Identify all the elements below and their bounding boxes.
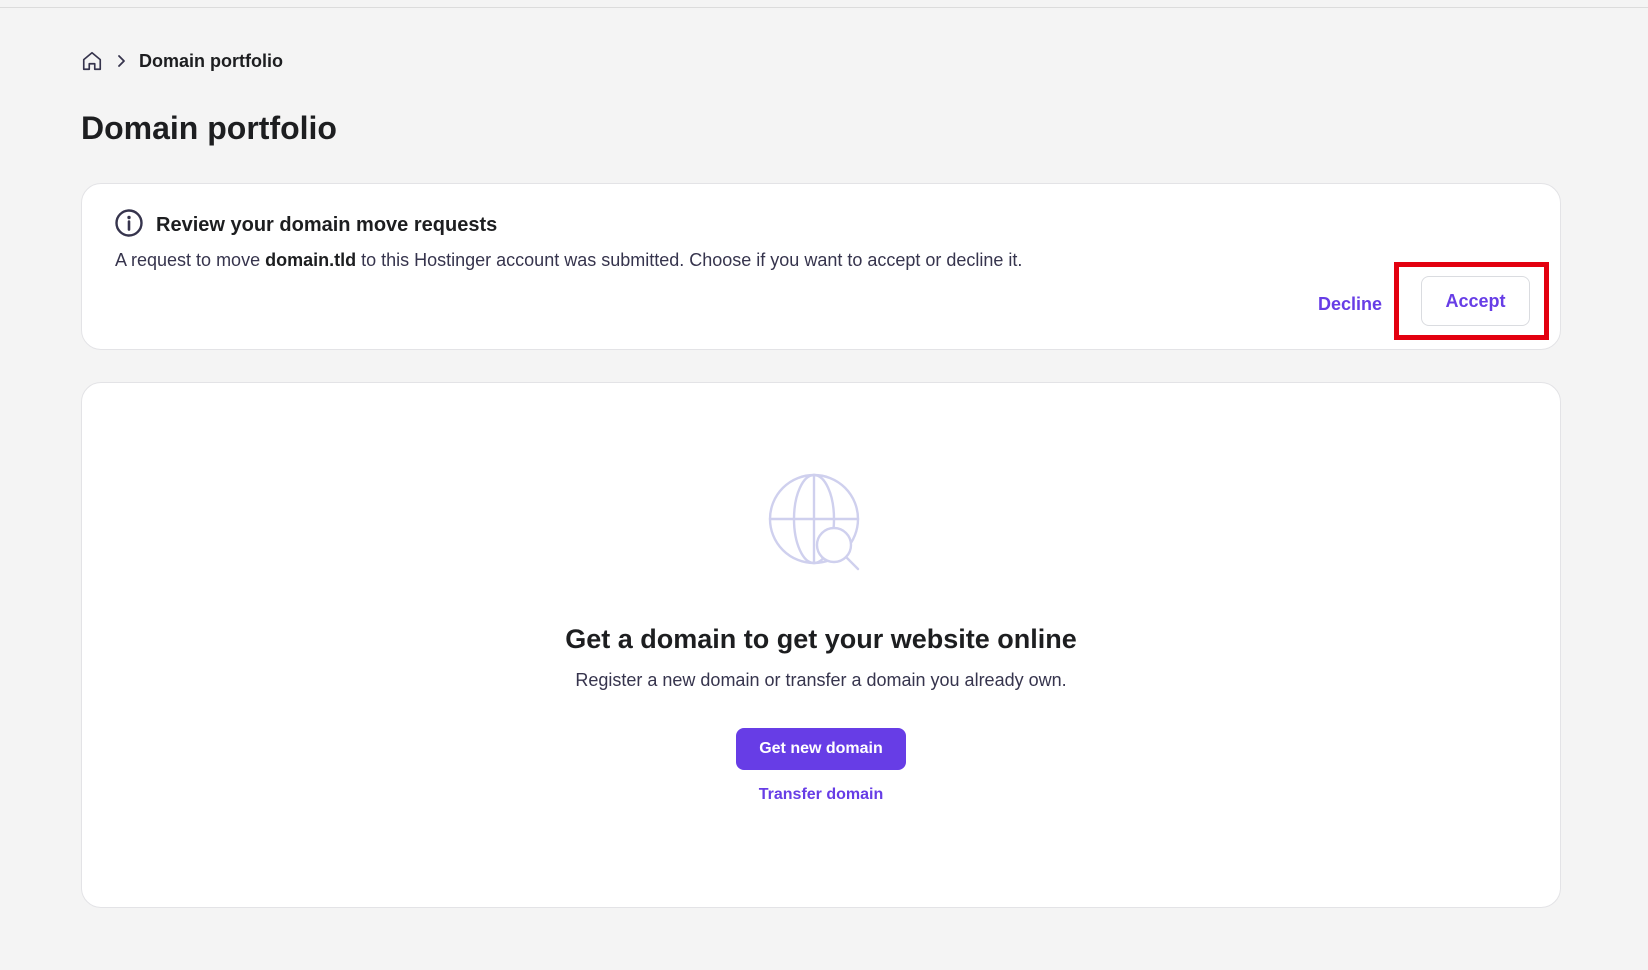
- domain-move-notice: Review your domain move requests A reque…: [81, 183, 1561, 350]
- notice-text: A request to move domain.tld to this Hos…: [115, 250, 1022, 271]
- breadcrumb: Domain portfolio: [81, 50, 283, 72]
- get-new-domain-button[interactable]: Get new domain: [736, 728, 906, 770]
- notice-title: Review your domain move requests: [156, 214, 498, 236]
- notice-header: Review your domain move requests: [114, 208, 497, 243]
- home-icon[interactable]: [81, 50, 103, 72]
- top-divider: [0, 7, 1648, 8]
- breadcrumb-current: Domain portfolio: [139, 50, 283, 71]
- empty-state-title: Get a domain to get your website online: [565, 624, 1077, 654]
- notice-text-after: to this Hostinger account was submitted.…: [356, 250, 1023, 270]
- notice-text-before: A request to move: [115, 250, 266, 270]
- accept-button[interactable]: Accept: [1421, 276, 1530, 326]
- transfer-domain-button[interactable]: Transfer domain: [736, 781, 906, 809]
- empty-state-card: Get a domain to get your website online …: [81, 382, 1561, 908]
- info-icon: [114, 208, 144, 243]
- page-title: Domain portfolio: [81, 110, 337, 146]
- globe-search-icon: [768, 473, 874, 584]
- empty-state-subtitle: Register a new domain or transfer a doma…: [575, 670, 1067, 690]
- chevron-right-icon: [113, 53, 129, 69]
- decline-button[interactable]: Decline: [1306, 284, 1394, 324]
- notice-domain: domain.tld: [265, 250, 357, 270]
